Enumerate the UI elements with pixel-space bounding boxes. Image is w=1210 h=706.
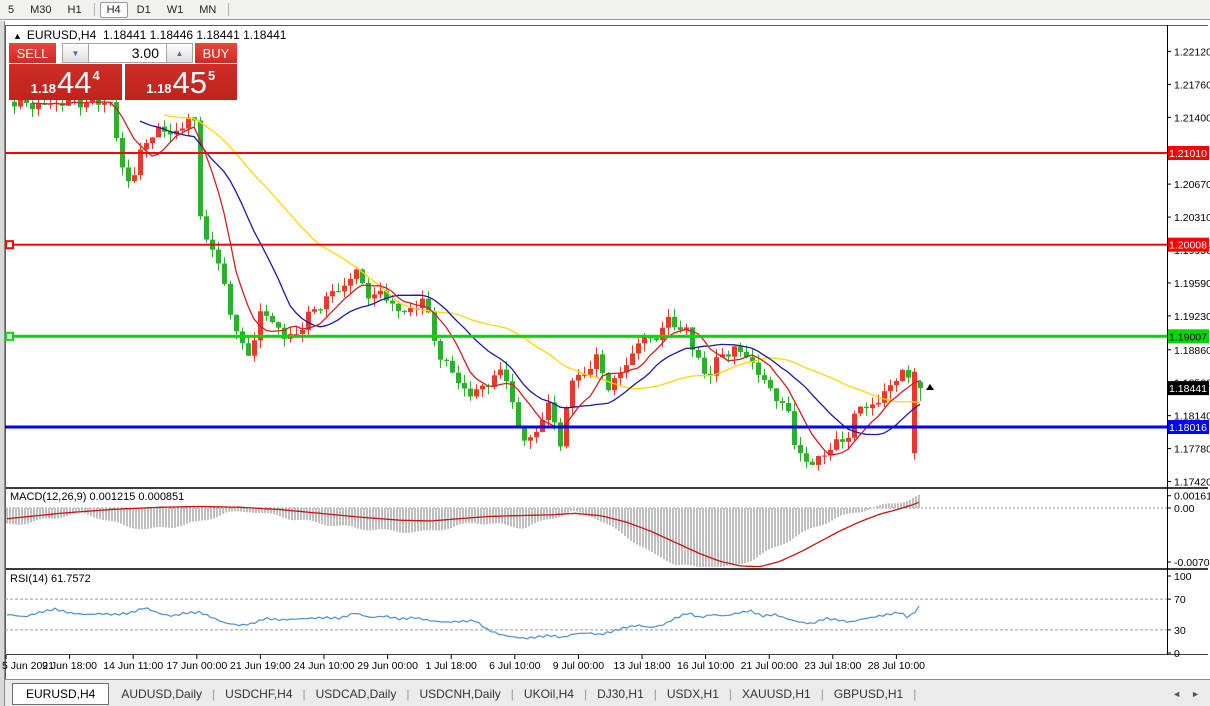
svg-text:1.21010: 1.21010 xyxy=(1169,148,1207,160)
svg-text:1.17420: 1.17420 xyxy=(1174,477,1210,489)
macd-pane xyxy=(5,495,1167,570)
sell-price-prefix: 1.18 xyxy=(31,81,56,96)
tab-separator: | xyxy=(913,687,916,701)
svg-text:1.20670: 1.20670 xyxy=(1174,179,1210,191)
current-bar-arrow-icon xyxy=(926,384,934,390)
tab-separator: | xyxy=(406,687,409,701)
svg-text:1.21760: 1.21760 xyxy=(1174,79,1210,91)
chart-symbol-label: EURUSD,H4 xyxy=(27,28,96,42)
chart-tab-usdcad-daily[interactable]: USDCAD,Daily xyxy=(307,683,406,705)
one-click-trading-panel: SELL ▼ 3.00 ▲ BUY 1.18 44 4 1.18 45 5 xyxy=(9,43,237,100)
price-level-line[interactable] xyxy=(5,426,1167,429)
tab-scroll-left-icon[interactable]: ◄ xyxy=(1172,689,1181,699)
sell-price-box[interactable]: 1.18 44 4 xyxy=(9,64,122,100)
svg-text:-0.007088: -0.007088 xyxy=(1174,557,1210,569)
moving-average-line xyxy=(140,121,920,434)
sell-button[interactable]: SELL xyxy=(9,43,56,63)
trade-prices-row: 1.18 44 4 1.18 45 5 xyxy=(9,64,237,100)
svg-text:13 Jul 18:00: 13 Jul 18:00 xyxy=(613,660,670,672)
svg-text:0.00: 0.00 xyxy=(1174,503,1195,515)
chart-ohlc-values: 1.18441 1.18446 1.18441 1.18441 xyxy=(103,28,287,42)
level-handle[interactable] xyxy=(6,241,13,248)
svg-text:1.18016: 1.18016 xyxy=(1169,422,1207,434)
svg-text:29 Jun 00:00: 29 Jun 00:00 xyxy=(357,660,418,672)
svg-text:1.19007: 1.19007 xyxy=(1169,331,1207,343)
rsi-indicator-label: RSI(14) 61.7572 xyxy=(10,573,91,585)
svg-text:1.19230: 1.19230 xyxy=(1174,311,1210,323)
svg-text:17 Jun 00:00: 17 Jun 00:00 xyxy=(166,660,227,672)
tab-separator: | xyxy=(654,687,657,701)
buy-button[interactable]: BUY xyxy=(195,43,237,63)
svg-text:100: 100 xyxy=(1174,571,1192,583)
price-level-line[interactable] xyxy=(5,335,1167,338)
svg-text:28 Jul 10:00: 28 Jul 10:00 xyxy=(868,660,925,672)
tab-scroll-right-icon[interactable]: ► xyxy=(1191,689,1200,699)
svg-text:1.17780: 1.17780 xyxy=(1174,444,1210,456)
chevron-down-icon: ▼ xyxy=(72,49,80,58)
buy-price-big: 45 xyxy=(173,67,207,98)
svg-text:6 Jul 10:00: 6 Jul 10:00 xyxy=(489,660,541,672)
buy-price-pip: 5 xyxy=(208,68,215,83)
chart-canvas[interactable]: 1.221201.217601.214001.206701.203101.199… xyxy=(0,0,1210,706)
chart-tab-usdchf-h4[interactable]: USDCHF,H4 xyxy=(216,683,301,705)
tab-scroll-controls: ◄► xyxy=(1172,689,1200,699)
svg-text:30: 30 xyxy=(1174,625,1186,637)
svg-text:24 Jun 10:00: 24 Jun 10:00 xyxy=(294,660,355,672)
buy-price-prefix: 1.18 xyxy=(146,81,171,96)
rsi-pane xyxy=(5,599,1167,639)
svg-text:1.20310: 1.20310 xyxy=(1174,212,1210,224)
tab-separator: | xyxy=(821,687,824,701)
svg-text:1.18441: 1.18441 xyxy=(1169,383,1207,395)
chart-tab-bar: EURUSD,H4AUDUSD,Daily|USDCHF,H4|USDCAD,D… xyxy=(5,679,1210,706)
svg-text:14 Jun 11:00: 14 Jun 11:00 xyxy=(103,660,163,672)
svg-text:21 Jul 00:00: 21 Jul 00:00 xyxy=(741,660,798,672)
chart-tab-usdx-h1[interactable]: USDX,H1 xyxy=(658,683,728,705)
chart-tab-xauusd-h1[interactable]: XAUUSD,H1 xyxy=(733,683,820,705)
tab-separator: | xyxy=(212,687,215,701)
svg-text:9 Jun 18:00: 9 Jun 18:00 xyxy=(42,660,97,672)
sell-price-big: 44 xyxy=(57,67,91,98)
svg-text:21 Jun 19:00: 21 Jun 19:00 xyxy=(230,660,291,672)
moving-average-line xyxy=(32,102,920,455)
svg-text:1.19590: 1.19590 xyxy=(1174,278,1210,290)
volume-input[interactable]: 3.00 xyxy=(89,43,166,63)
buy-price-box[interactable]: 1.18 45 5 xyxy=(125,64,238,100)
chevron-up-icon: ▲ xyxy=(176,49,184,58)
svg-text:1.18860: 1.18860 xyxy=(1174,345,1210,357)
svg-text:0: 0 xyxy=(1174,648,1180,660)
level-handle[interactable] xyxy=(6,333,13,340)
svg-text:0.00161: 0.00161 xyxy=(1174,491,1210,503)
sell-price-pip: 4 xyxy=(93,68,100,83)
volume-increase-button[interactable]: ▲ xyxy=(166,43,193,63)
svg-text:16 Jul 10:00: 16 Jul 10:00 xyxy=(677,660,734,672)
price-level-line[interactable] xyxy=(5,152,1167,154)
svg-text:1 Jul 18:00: 1 Jul 18:00 xyxy=(426,660,478,672)
svg-text:9 Jul 00:00: 9 Jul 00:00 xyxy=(553,660,605,672)
chart-tab-audusd-daily[interactable]: AUDUSD,Daily xyxy=(112,683,211,705)
chart-tab-dj30-h1[interactable]: DJ30,H1 xyxy=(588,683,653,705)
svg-text:1.21400: 1.21400 xyxy=(1174,112,1210,124)
trade-controls-row: SELL ▼ 3.00 ▲ BUY xyxy=(9,43,237,63)
tab-separator: | xyxy=(729,687,732,701)
trading-terminal-window: 5M30H1H4D1W1MN 1.221201.217601.214001.20… xyxy=(0,0,1210,706)
svg-text:23 Jul 18:00: 23 Jul 18:00 xyxy=(804,660,861,672)
chart-tab-usdcnh-daily[interactable]: USDCNH,Daily xyxy=(410,683,509,705)
price-level-line[interactable] xyxy=(5,244,1167,246)
chart-tab-eurusd-h4[interactable]: EURUSD,H4 xyxy=(12,683,109,705)
tab-separator: | xyxy=(584,687,587,701)
svg-text:1.20008: 1.20008 xyxy=(1169,240,1207,252)
svg-text:1.22120: 1.22120 xyxy=(1174,46,1210,58)
candlestick-series xyxy=(12,91,923,471)
tab-separator: | xyxy=(511,687,514,701)
chart-header: ▲ EURUSD,H4 1.18441 1.18446 1.18441 1.184… xyxy=(13,28,286,42)
volume-decrease-button[interactable]: ▼ xyxy=(62,43,89,63)
tab-separator: | xyxy=(303,687,306,701)
macd-indicator-label: MACD(12,26,9) 0.001215 0.000851 xyxy=(10,491,184,503)
chart-tab-ukoil-h4[interactable]: UKOil,H4 xyxy=(515,683,583,705)
collapse-panel-icon[interactable]: ▲ xyxy=(13,31,22,41)
chart-tab-gbpusd-h1[interactable]: GBPUSD,H1 xyxy=(825,683,912,705)
moving-average-line xyxy=(164,115,920,403)
svg-text:70: 70 xyxy=(1174,594,1186,606)
